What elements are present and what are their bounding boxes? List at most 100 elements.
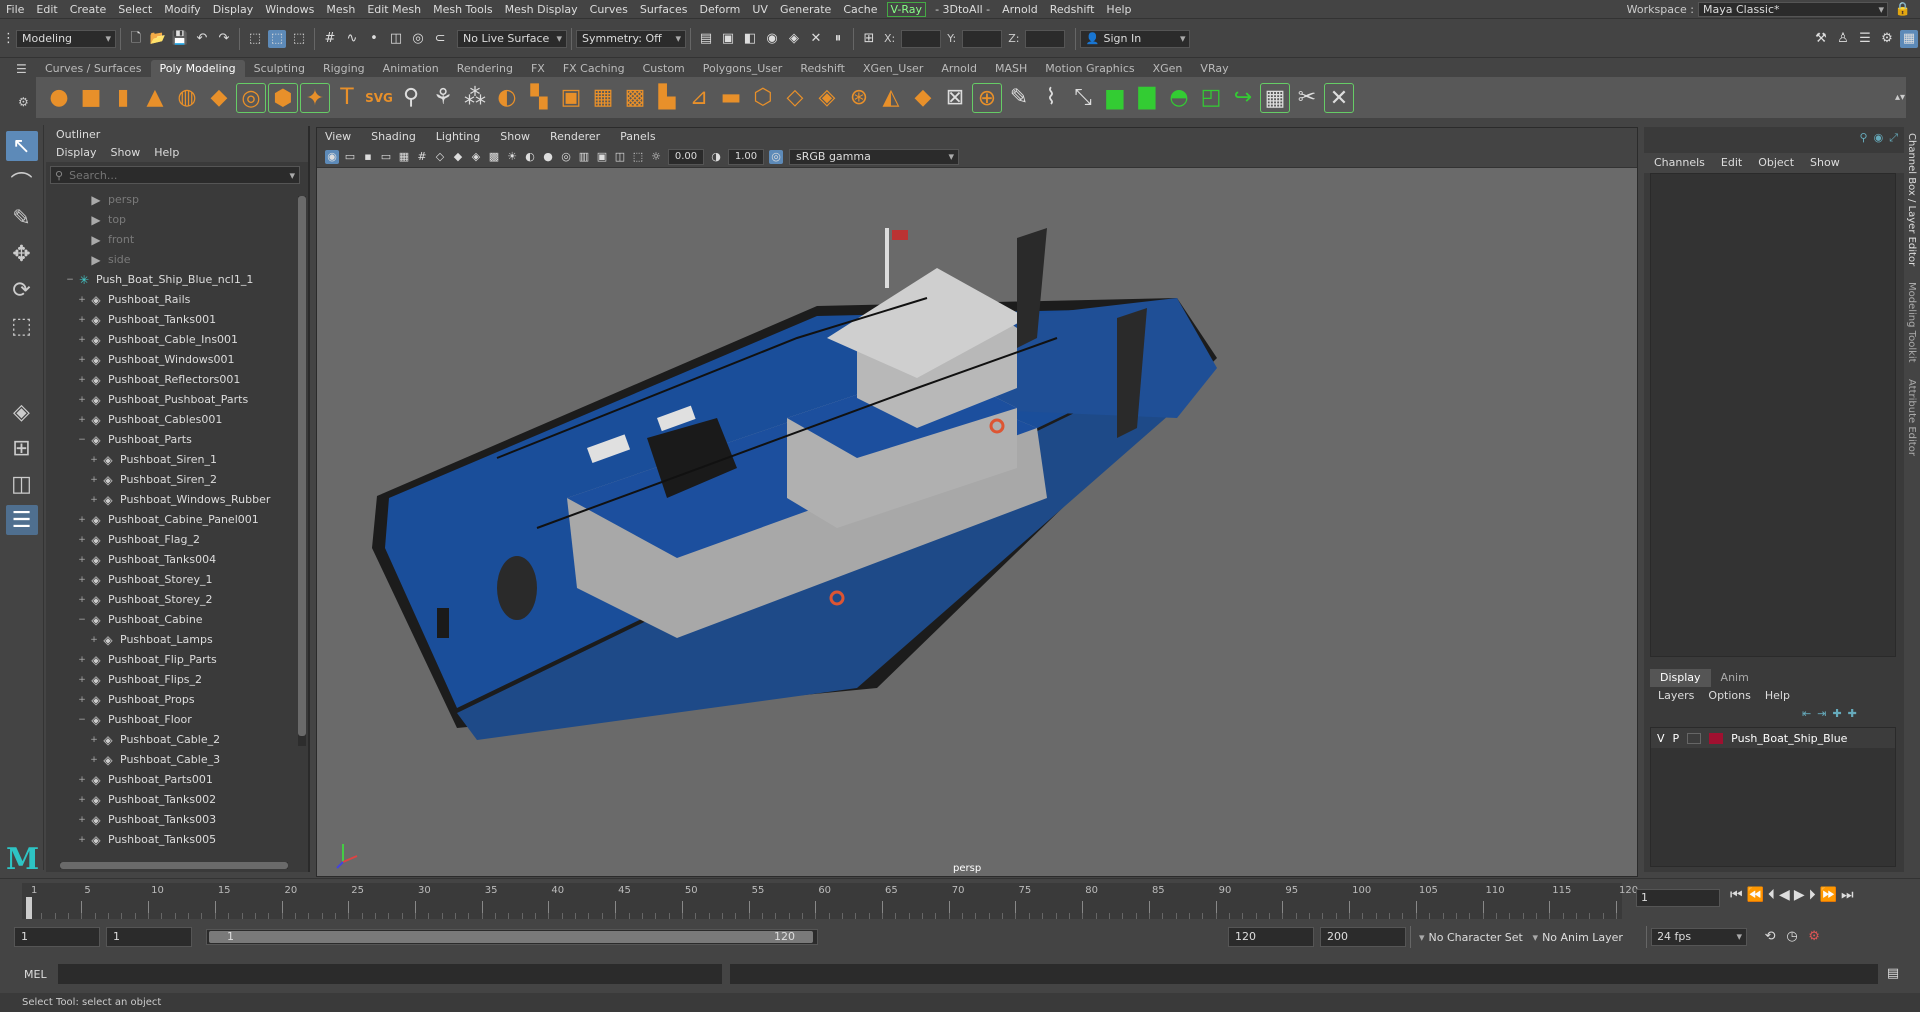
menu-display[interactable]: Display <box>207 3 260 16</box>
viewport-3d-scene[interactable] <box>317 168 1637 876</box>
viewport-menu-shading[interactable]: Shading <box>371 128 416 146</box>
lock-icon[interactable]: 🔒 <box>1894 1 1912 19</box>
menu-v-ray[interactable]: V-Ray <box>886 1 927 17</box>
anim-layer-icon[interactable]: ▾ <box>1533 931 1539 944</box>
poly-disc-icon[interactable]: ◎ <box>236 82 266 113</box>
shelf-tab-polygons-user[interactable]: Polygons_User <box>694 60 792 77</box>
layer-tab-anim[interactable]: Anim <box>1711 669 1759 687</box>
new-layer-icon[interactable]: ✚ <box>1832 707 1841 720</box>
outliner-item[interactable]: + ◈ Pushboat_Siren_1 <box>46 450 296 470</box>
outliner-item[interactable]: ▶ front <box>46 230 296 250</box>
outliner-item[interactable]: + ◈ Pushboat_Rails <box>46 290 296 310</box>
exposure-field[interactable]: 0.00 <box>668 148 704 165</box>
new-scene-icon[interactable]: 🗋 <box>127 30 145 48</box>
outliner-item[interactable]: + ◈ Pushboat_Cable_Ins001 <box>46 330 296 350</box>
shelf-tab-curves-surfaces[interactable]: Curves / Surfaces <box>36 60 151 77</box>
animation-start-field[interactable]: 1 <box>14 927 100 947</box>
shelf-tab-motion-graphics[interactable]: Motion Graphics <box>1036 60 1143 77</box>
layer-type-toggle[interactable] <box>1687 732 1702 744</box>
xray-joints-icon[interactable]: ⬚ <box>631 150 645 164</box>
rotate-tool-icon[interactable]: ⟳ <box>6 275 38 305</box>
expand-toggle-icon[interactable]: + <box>76 370 88 390</box>
human-ik-icon[interactable]: ♙ <box>1834 30 1852 48</box>
script-language-label[interactable]: MEL <box>0 968 58 981</box>
menu-modify[interactable]: Modify <box>158 3 206 16</box>
attribute-editor-icon[interactable]: ☰ <box>1856 30 1874 48</box>
outliner-item[interactable]: + ◈ Pushboat_Flip_Parts <box>46 650 296 670</box>
poly-cube-icon[interactable]: ■ <box>76 83 106 113</box>
wireframe-icon[interactable]: ◇ <box>433 150 447 164</box>
poly-torus-icon[interactable]: ◍ <box>172 83 202 113</box>
menu-surfaces[interactable]: Surfaces <box>634 3 694 16</box>
go-to-start-icon[interactable]: ⏮ <box>1730 887 1743 903</box>
insert-loop-icon[interactable]: ⌇ <box>1036 83 1066 113</box>
magnet-icon[interactable]: ⊂ <box>431 30 449 48</box>
aa-icon[interactable]: ▥ <box>577 150 591 164</box>
menu-redshift[interactable]: Redshift <box>1044 3 1101 16</box>
render-settings-icon[interactable]: ▤ <box>697 30 715 48</box>
expand-toggle-icon[interactable]: − <box>76 710 88 730</box>
viewport-menu-view[interactable]: View <box>325 128 351 146</box>
vertex-icon[interactable]: ⁂ <box>460 83 490 113</box>
range-bar[interactable]: 1 120 <box>206 929 818 945</box>
single-perspective-layout-icon[interactable]: ◈ <box>6 397 38 427</box>
channel-menu-edit[interactable]: Edit <box>1721 153 1742 173</box>
outliner-item[interactable]: − ◈ Pushboat_Floor <box>46 710 296 730</box>
expand-toggle-icon[interactable]: + <box>76 570 88 590</box>
redo-icon[interactable]: ↷ <box>215 30 233 48</box>
channel-menu-show[interactable]: Show <box>1810 153 1840 173</box>
outliner-menu-display[interactable]: Display <box>56 144 97 162</box>
bevel-icon[interactable]: ◇ <box>780 83 810 113</box>
side-tab-channel-box-layer-editor[interactable]: Channel Box / Layer Editor <box>1906 133 1917 266</box>
poly-type-icon[interactable]: T <box>332 83 362 113</box>
save-scene-icon[interactable]: 💾 <box>171 30 189 48</box>
outliner-item[interactable]: + ◈ Pushboat_Storey_1 <box>46 570 296 590</box>
snap-curve-icon[interactable]: ∿ <box>343 30 361 48</box>
modeling-toolkit-icon[interactable]: ⚒ <box>1812 30 1830 48</box>
channel-box-icon[interactable]: ▦ <box>1900 29 1918 48</box>
shelf-tab-rigging[interactable]: Rigging <box>314 60 374 77</box>
uv-cut-icon[interactable]: ✂ <box>1292 83 1322 113</box>
uv-spherical-icon[interactable]: ◓ <box>1164 83 1194 113</box>
move-tool-icon[interactable]: ✥ <box>6 239 38 269</box>
tool-settings-icon[interactable]: ⚙ <box>1878 30 1896 48</box>
wireframe-on-shaded-icon[interactable]: ◈ <box>469 150 483 164</box>
outliner-item[interactable]: + ◈ Pushboat_Windows_Rubber <box>46 490 296 510</box>
outliner-item[interactable]: + ◈ Pushboat_Tanks003 <box>46 810 296 830</box>
uv-planar-icon[interactable]: ▆ <box>1100 83 1130 113</box>
layer-color-swatch[interactable] <box>1709 732 1724 744</box>
bridge-icon[interactable]: ▬ <box>716 83 746 113</box>
viewport-menu-panels[interactable]: Panels <box>620 128 655 146</box>
shelf-tab-custom[interactable]: Custom <box>634 60 694 77</box>
shelf-tab-rendering[interactable]: Rendering <box>448 60 522 77</box>
scale-tool-icon[interactable]: ⬚ <box>6 311 38 341</box>
film-gate-icon[interactable]: ▭ <box>379 150 393 164</box>
side-tab-attribute-editor[interactable]: Attribute Editor <box>1906 379 1917 456</box>
menu-3dtoall[interactable]: - 3DtoAll - <box>929 3 996 16</box>
expand-toggle-icon[interactable]: + <box>88 630 100 650</box>
outliner-layout-icon[interactable]: ☰ <box>5 505 38 535</box>
channel-float-icon[interactable]: ⤢ <box>1889 131 1898 145</box>
outliner-scrollbar-horizontal[interactable] <box>60 862 288 869</box>
expand-toggle-icon[interactable]: − <box>76 430 88 450</box>
undo-icon[interactable]: ↶ <box>193 30 211 48</box>
two-view-layout-icon[interactable]: ◫ <box>6 469 38 499</box>
channel-key-icon[interactable]: ⚲ <box>1860 131 1868 145</box>
viewport-menu-renderer[interactable]: Renderer <box>550 128 600 146</box>
hypershade-icon[interactable]: ◈ <box>785 30 803 48</box>
menu-arnold[interactable]: Arnold <box>996 3 1044 16</box>
snap-surface-icon[interactable]: ◎ <box>409 30 427 48</box>
super-shape-icon[interactable]: ✦ <box>300 82 330 113</box>
menu-cache[interactable]: Cache <box>837 3 883 16</box>
script-editor-icon[interactable]: ▤ <box>1884 965 1902 983</box>
gamma-icon[interactable]: ◑ <box>709 150 723 164</box>
boolean-icon[interactable]: ▦ <box>588 83 618 113</box>
pause-icon[interactable]: ⏸ <box>829 30 847 48</box>
animation-end-field[interactable]: 200 <box>1320 927 1406 947</box>
y-field[interactable] <box>962 29 1003 48</box>
extract-icon[interactable]: ▣ <box>556 83 586 113</box>
xray-icon[interactable]: ◫ <box>613 150 627 164</box>
layer-row[interactable]: V P Push_Boat_Ship_Blue <box>1651 728 1895 748</box>
anim-layer-label[interactable]: No Anim Layer <box>1542 931 1642 944</box>
menu-mesh[interactable]: Mesh <box>320 3 361 16</box>
